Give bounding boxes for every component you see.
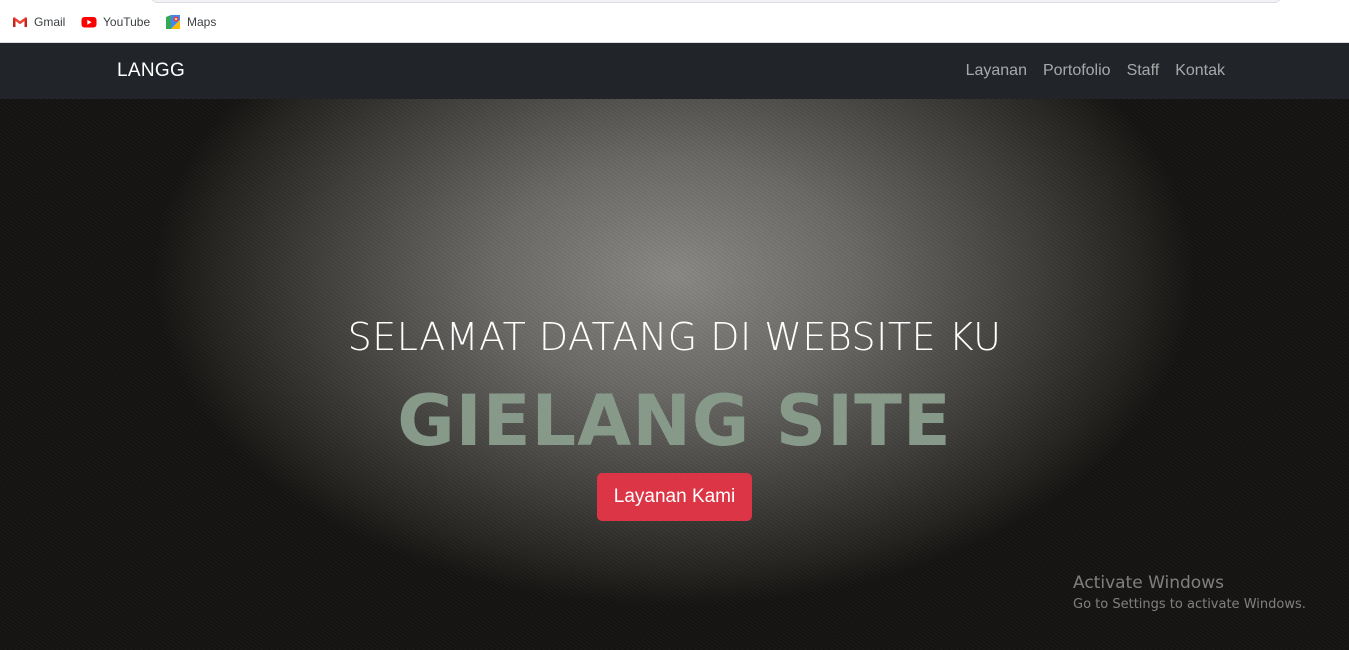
bookmark-label: Gmail	[34, 15, 66, 29]
bookmarks-bar: Gmail YouTube Maps	[0, 0, 1349, 43]
youtube-icon	[81, 14, 97, 30]
nav-link-portofolio[interactable]: Portofolio	[1043, 62, 1111, 80]
navbar: LANGG Layanan Portofolio Staff Kontak	[0, 43, 1349, 99]
services-button[interactable]: Layanan Kami	[597, 473, 752, 521]
bookmark-label: Maps	[187, 15, 217, 29]
bookmark-maps[interactable]: Maps	[165, 13, 216, 31]
windows-activation-watermark: Activate Windows Go to Settings to activ…	[1073, 573, 1306, 612]
hero-title: GIELANG SITE	[397, 380, 952, 462]
navbar-brand[interactable]: LANGG	[117, 60, 185, 82]
hero-subtitle: SELAMAT DATANG DI WEBSITE KU	[347, 315, 1002, 359]
address-bar[interactable]	[150, 0, 1282, 3]
nav-link-kontak[interactable]: Kontak	[1175, 62, 1225, 80]
maps-icon	[165, 14, 181, 30]
watermark-title: Activate Windows	[1073, 573, 1224, 593]
bookmark-gmail[interactable]: Gmail	[12, 13, 65, 31]
nav-link-staff[interactable]: Staff	[1127, 62, 1160, 80]
nav-links: Layanan Portofolio Staff Kontak	[966, 62, 1225, 80]
bookmark-youtube[interactable]: YouTube	[81, 13, 150, 31]
hero-section: SELAMAT DATANG DI WEBSITE KU GIELANG SIT…	[0, 99, 1349, 650]
nav-link-layanan[interactable]: Layanan	[966, 62, 1027, 80]
watermark-subtitle: Go to Settings to activate Windows.	[1073, 597, 1306, 612]
bookmark-label: YouTube	[103, 15, 151, 29]
gmail-icon	[12, 14, 28, 30]
